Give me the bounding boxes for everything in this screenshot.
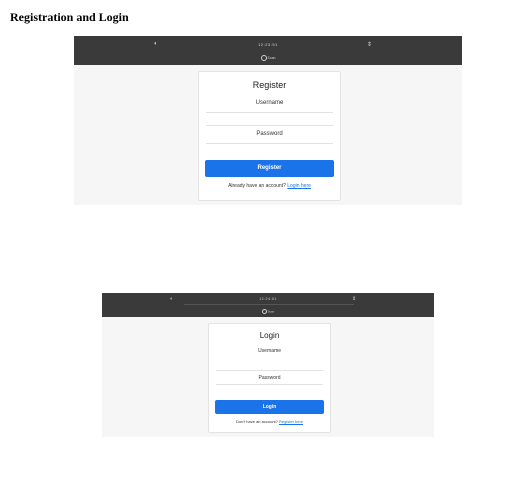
password-input[interactable] bbox=[216, 384, 323, 385]
password-label: Password bbox=[258, 375, 281, 381]
page-title: Registration and Login bbox=[10, 10, 129, 24]
scan-icon bbox=[260, 55, 267, 61]
scan-label: Scan bbox=[267, 309, 275, 314]
scan-button[interactable]: Scan bbox=[74, 55, 462, 61]
login-screenshot: ◐ 12:24:01 ⇕ Scan Login Username Passwor… bbox=[102, 293, 434, 437]
login-prompt: Already have an account? Login here bbox=[199, 183, 340, 189]
register-prompt-text: Don't have an account? bbox=[235, 419, 278, 424]
register-card: Register Username Password Register Alre… bbox=[198, 71, 341, 201]
username-label: Username bbox=[257, 348, 282, 354]
register-screenshot: ◐ 12:23:51 ⇕ Scan Register Username Pass… bbox=[74, 36, 462, 205]
clock-text: 12:24:01 bbox=[259, 297, 277, 301]
scan-icon bbox=[261, 309, 267, 314]
login-button[interactable]: Login bbox=[215, 400, 324, 414]
register-button[interactable]: Register bbox=[205, 160, 334, 177]
username-input[interactable] bbox=[216, 370, 323, 371]
register-title: Register bbox=[252, 80, 287, 90]
scan-button[interactable]: Scan bbox=[102, 309, 434, 314]
chevron-updown-icon[interactable]: ⇕ bbox=[367, 41, 372, 48]
browser-top-bar: ◐ 12:23:51 ⇕ Scan bbox=[74, 36, 462, 65]
login-prompt-text: Already have an account? bbox=[228, 183, 286, 189]
register-prompt: Don't have an account? Register here bbox=[209, 419, 330, 424]
address-bar[interactable] bbox=[184, 304, 354, 305]
browser-top-bar: ◐ 12:24:01 ⇕ Scan bbox=[102, 293, 434, 317]
scan-label: Scan bbox=[267, 55, 276, 60]
login-card: Login Username Password Login Don't have… bbox=[208, 323, 331, 433]
login-title: Login bbox=[259, 331, 280, 340]
clock-text: 12:23:51 bbox=[258, 42, 278, 47]
username-label: Username bbox=[255, 100, 284, 106]
register-link[interactable]: Register here bbox=[279, 419, 303, 424]
password-label: Password bbox=[256, 131, 283, 137]
chevron-updown-icon[interactable]: ⇕ bbox=[352, 296, 356, 302]
login-link[interactable]: Login here bbox=[287, 183, 311, 189]
password-input[interactable] bbox=[206, 143, 333, 144]
username-input-underline bbox=[206, 125, 333, 126]
username-input[interactable] bbox=[206, 112, 333, 113]
